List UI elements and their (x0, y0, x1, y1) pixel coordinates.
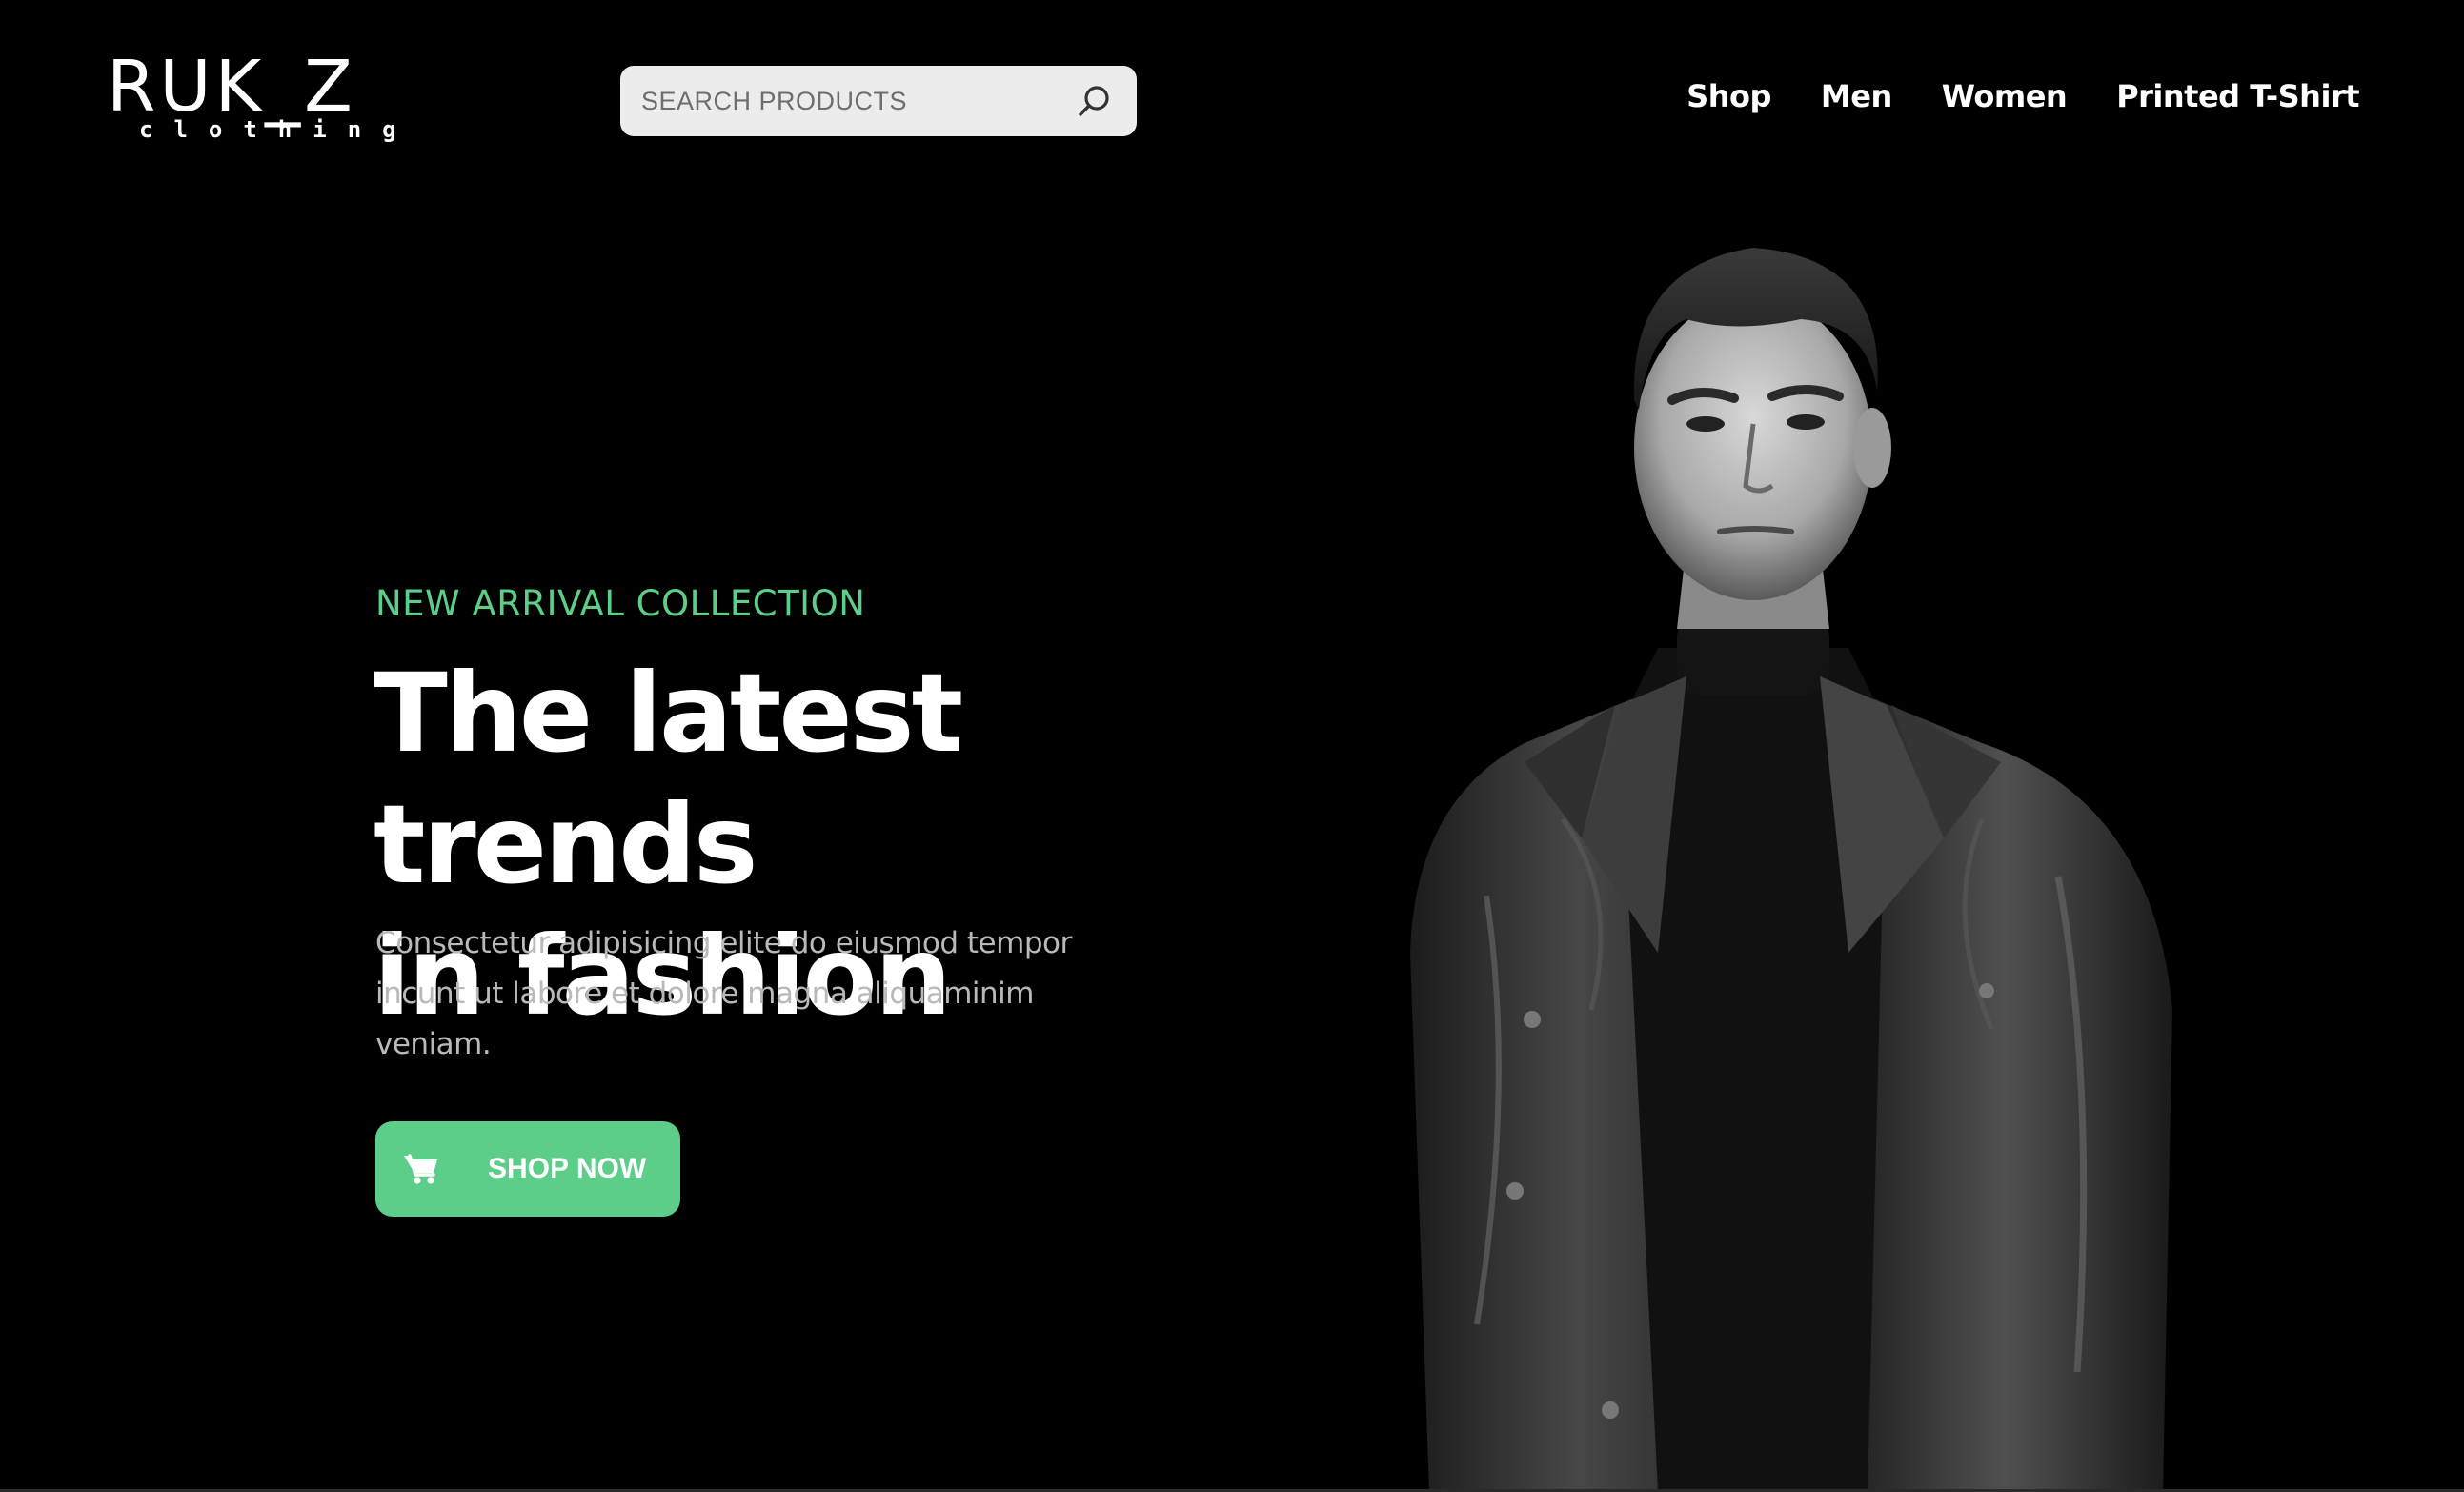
page: RUK_Z clothing Shop Men Women Printed T-… (0, 0, 2464, 1492)
search-icon[interactable] (1076, 82, 1114, 120)
shop-now-button[interactable]: SHOP NOW (375, 1121, 680, 1217)
hero-model-image (1372, 229, 2211, 1492)
shop-now-label: SHOP NOW (488, 1153, 647, 1184)
hero-description-line-2: incunt ut labore et dolore magna aliquam… (375, 977, 1035, 1011)
hero-description-line-1: Consectetur adipisicing elite do eiusmod… (375, 926, 1072, 960)
nav-item-women[interactable]: Women (1942, 78, 2068, 114)
main-nav: Shop Men Women Printed T-Shirt (1686, 78, 2359, 114)
logo-wordmark: RUK_Z (107, 46, 356, 128)
brand-logo[interactable]: RUK_Z clothing (107, 46, 396, 147)
search-input[interactable] (641, 66, 1051, 136)
hero-description-line-3: veniam. (375, 1027, 492, 1061)
shopping-cart-icon (402, 1152, 440, 1186)
nav-item-men[interactable]: Men (1821, 78, 1892, 114)
nav-item-shop[interactable]: Shop (1686, 78, 1771, 114)
hero-headline-line-1: The latest trends (374, 650, 963, 908)
nav-item-printed-t-shirt[interactable]: Printed T-Shirt (2116, 78, 2359, 114)
hero-description: Consectetur adipisicing elite do eiusmod… (375, 918, 1100, 1070)
logo-tagline: clothing (139, 116, 417, 143)
search-bar (620, 66, 1137, 136)
hero-eyebrow: NEW ARRIVAL COLLECTION (375, 583, 866, 624)
